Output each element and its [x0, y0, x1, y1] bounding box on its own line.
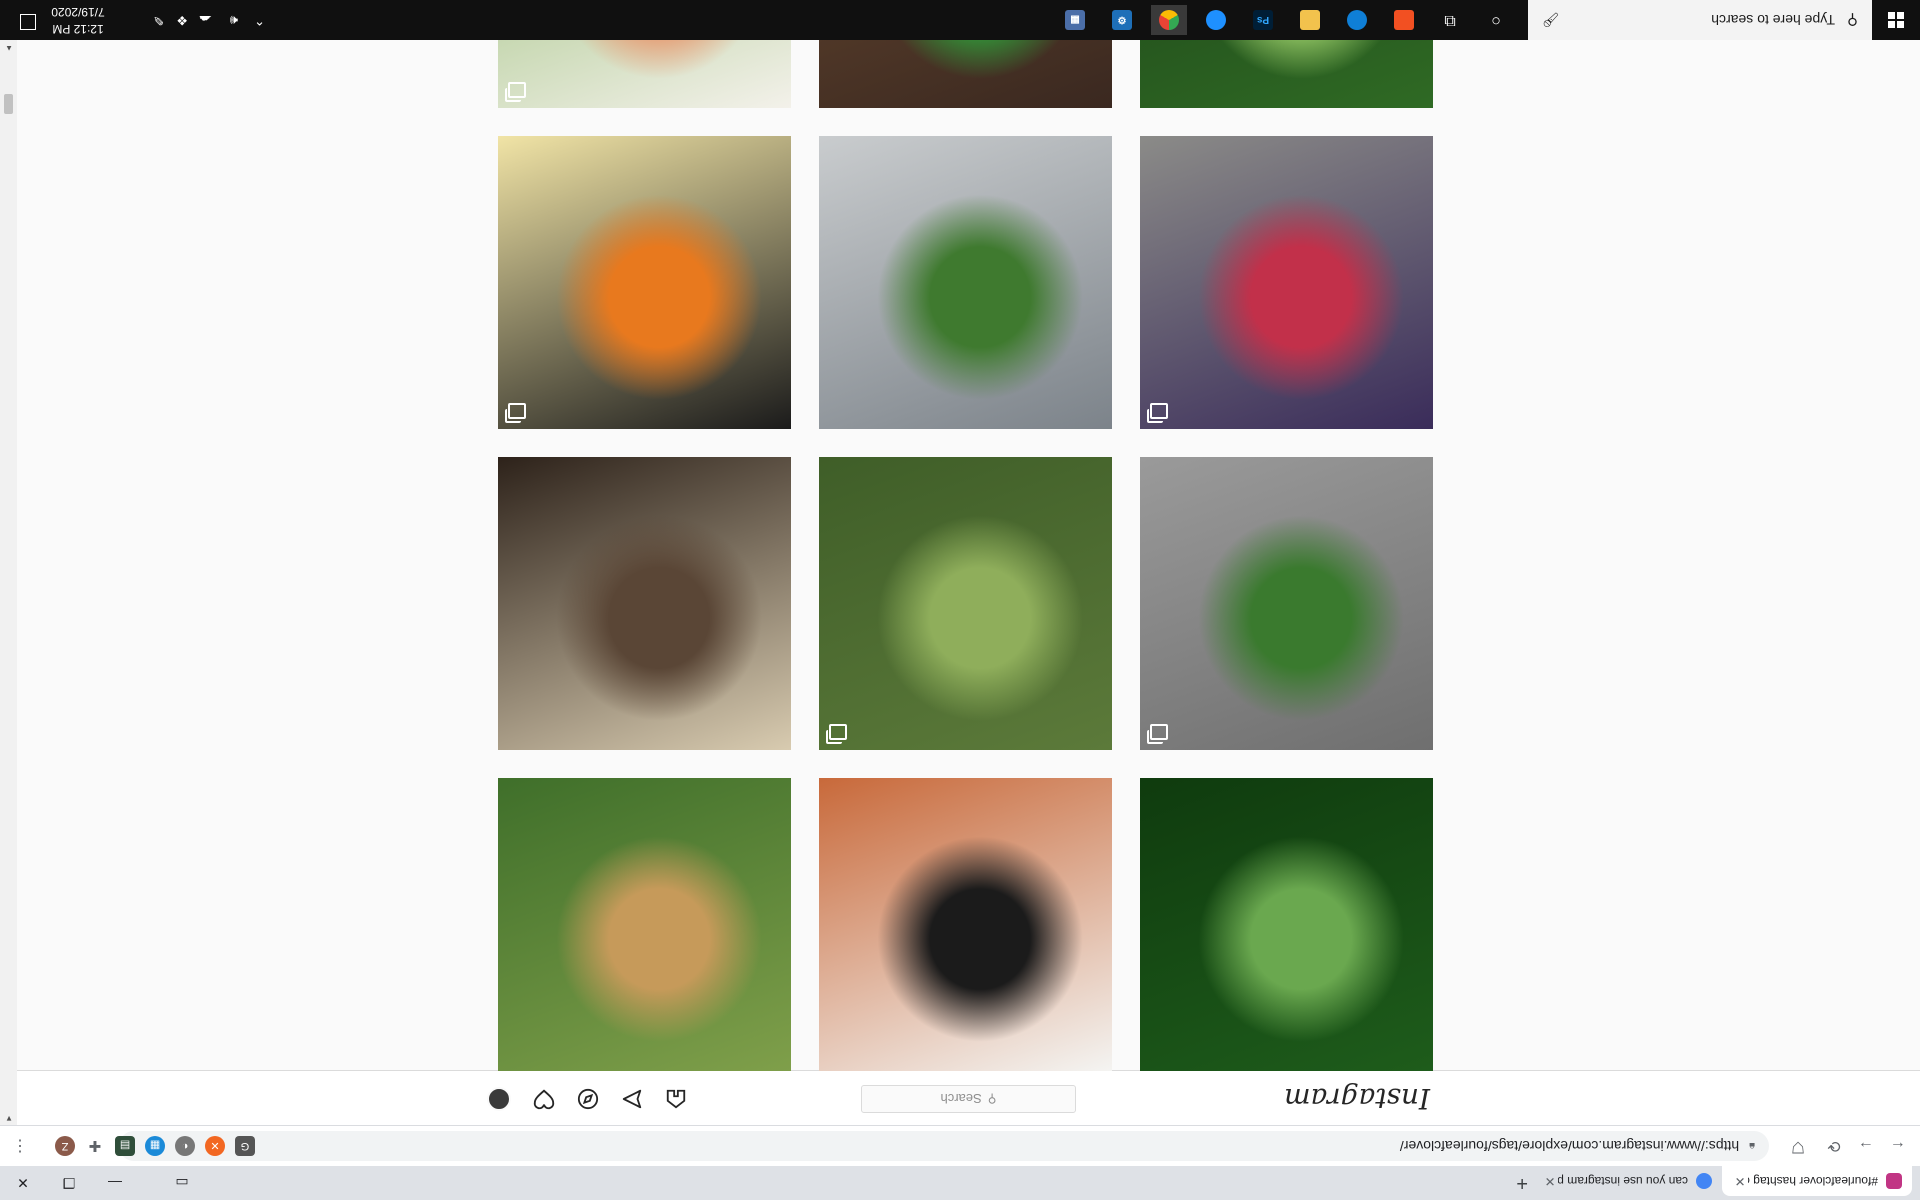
post-thumbnail[interactable]	[819, 457, 1112, 750]
direct-icon[interactable]	[620, 1087, 644, 1111]
extension-orange-icon[interactable]: ✕	[205, 1136, 225, 1156]
reload-icon[interactable]: ⟳	[1822, 1134, 1846, 1158]
home-icon[interactable]	[664, 1087, 688, 1111]
clock-time: 12:12 PM	[52, 22, 104, 36]
calendar-icon[interactable]: ▦	[1057, 5, 1093, 35]
chrome-menu-icon[interactable]: ⋮	[10, 1136, 30, 1156]
close-tab-icon[interactable]: ✕	[1542, 1173, 1558, 1189]
extension-circle-icon[interactable]: ◐	[175, 1136, 195, 1156]
tab-strip: #fourleafclover hashtag on Insta ✕ can y…	[0, 1166, 1920, 1200]
search-input[interactable]: ⚲ Search	[861, 1085, 1076, 1113]
post-thumbnail[interactable]	[819, 778, 1112, 1071]
restore-button[interactable]: ❐	[46, 1166, 92, 1200]
settings-icon[interactable]: ⚙	[1104, 5, 1140, 35]
web-page: Instagram ⚲ Search ▼ ▲	[0, 40, 1920, 1125]
google-favicon	[1696, 1173, 1712, 1189]
browser-toolbar: ← → ⟳ ⛉ 🔒︎ https://www.instagram.com/exp…	[0, 1125, 1920, 1166]
search-placeholder: Search	[940, 1091, 982, 1107]
home-shield-icon[interactable]: ⛉	[1786, 1134, 1810, 1158]
store-icon[interactable]	[1386, 5, 1422, 35]
multiple-photos-icon	[508, 403, 526, 419]
post-thumbnail[interactable]	[819, 40, 1112, 108]
post-thumbnail[interactable]	[1140, 136, 1433, 429]
notification-icon[interactable]	[20, 14, 36, 30]
windows-logo-icon	[1888, 12, 1904, 28]
multiple-photos-icon	[829, 724, 847, 740]
back-arrow-icon[interactable]: ←	[1886, 1134, 1910, 1158]
task-view-icon[interactable]: ⧉	[1432, 5, 1468, 35]
tab-title: #fourleafclover hashtag on Insta	[1748, 1174, 1878, 1188]
file-explorer-icon[interactable]	[1292, 5, 1328, 35]
taskbar-search-placeholder: Type here to search	[1711, 12, 1835, 28]
post-thumbnail[interactable]	[1140, 778, 1433, 1071]
extension-blue-icon[interactable]: ▦	[145, 1136, 165, 1156]
explore-icon[interactable]	[576, 1087, 600, 1111]
windows-taskbar: ⚲ Type here to search 🎤︎ ○ ⧉ Ps ⚙ ▦ ⌃ 🔊︎…	[0, 0, 1920, 40]
dropbox-icon[interactable]: ❖	[176, 0, 188, 40]
taskbar-search-box[interactable]: ⚲ Type here to search 🎤︎	[1528, 0, 1872, 40]
profile-avatar[interactable]: Z	[55, 1136, 75, 1156]
cortana-icon[interactable]: ○	[1478, 5, 1514, 35]
pen-icon[interactable]: ✎	[153, 0, 164, 40]
extension-g-icon[interactable]: G	[235, 1136, 255, 1156]
tab-google[interactable]: can you use instagram photos fo ✕	[1532, 1166, 1722, 1196]
photoshop-icon[interactable]: Ps	[1245, 5, 1281, 35]
clock-date: 7/19/2020	[51, 5, 105, 19]
onedrive-icon[interactable]	[1198, 5, 1234, 35]
instagram-favicon	[1886, 1173, 1902, 1189]
tab-instagram[interactable]: #fourleafclover hashtag on Insta ✕	[1722, 1166, 1912, 1196]
page-scrollbar[interactable]: ▼ ▲	[0, 40, 17, 1125]
show-hidden-icons[interactable]: ⌃	[254, 0, 265, 40]
post-thumbnail[interactable]	[498, 457, 791, 750]
new-tab-button[interactable]: +	[1516, 1171, 1528, 1194]
microphone-icon[interactable]: 🎤︎	[1542, 12, 1560, 29]
address-bar[interactable]: 🔒︎ https://www.instagram.com/explore/tag…	[119, 1131, 1769, 1161]
instagram-header: Instagram ⚲ Search	[17, 1070, 1920, 1125]
activity-heart-icon[interactable]	[532, 1087, 556, 1111]
start-button[interactable]	[1872, 0, 1920, 40]
instagram-logo[interactable]: Instagram	[1284, 1082, 1430, 1115]
profile-avatar-icon[interactable]	[487, 1087, 511, 1111]
post-thumbnail[interactable]	[819, 136, 1112, 429]
screen: #fourleafclover hashtag on Insta ✕ can y…	[0, 0, 1920, 1200]
address-text: https://www.instagram.com/explore/tags/f…	[1399, 1138, 1740, 1154]
post-thumbnail[interactable]	[498, 40, 791, 108]
multiple-photos-icon	[1150, 724, 1168, 740]
post-thumbnail[interactable]	[498, 778, 791, 1071]
scroll-down-arrow-icon[interactable]: ▼	[5, 1114, 13, 1123]
extension-green-icon[interactable]: ▤	[115, 1136, 135, 1156]
forward-arrow-icon[interactable]: →	[1854, 1134, 1878, 1158]
post-thumbnail[interactable]	[1140, 457, 1433, 750]
scrollbar-thumb[interactable]	[4, 94, 13, 114]
search-icon: ⚲	[987, 1092, 997, 1106]
chrome-icon[interactable]	[1151, 5, 1187, 35]
tab-search-icon[interactable]: ▭	[159, 1166, 205, 1200]
close-tab-icon[interactable]: ✕	[1732, 1173, 1748, 1189]
scroll-up-arrow-icon[interactable]: ▲	[5, 44, 13, 53]
search-icon: ⚲	[1847, 11, 1858, 28]
multiple-photos-icon	[508, 82, 526, 98]
edge-icon[interactable]	[1339, 5, 1375, 35]
lock-icon: 🔒︎	[1749, 1140, 1755, 1153]
system-clock[interactable]: 12:12 PM 7/19/2020	[46, 3, 110, 37]
multiple-photos-icon	[1150, 403, 1168, 419]
volume-icon[interactable]: 🔊︎	[230, 0, 238, 40]
post-thumbnail[interactable]	[1140, 40, 1433, 108]
network-icon[interactable]: ☁	[199, 0, 212, 40]
minimize-button[interactable]: —	[92, 1166, 138, 1200]
tab-title: can you use instagram photos fo	[1558, 1174, 1688, 1188]
post-thumbnail[interactable]	[498, 136, 791, 429]
close-window-button[interactable]: ✕	[0, 1166, 46, 1200]
extensions-puzzle-icon[interactable]: ✚	[85, 1136, 105, 1156]
